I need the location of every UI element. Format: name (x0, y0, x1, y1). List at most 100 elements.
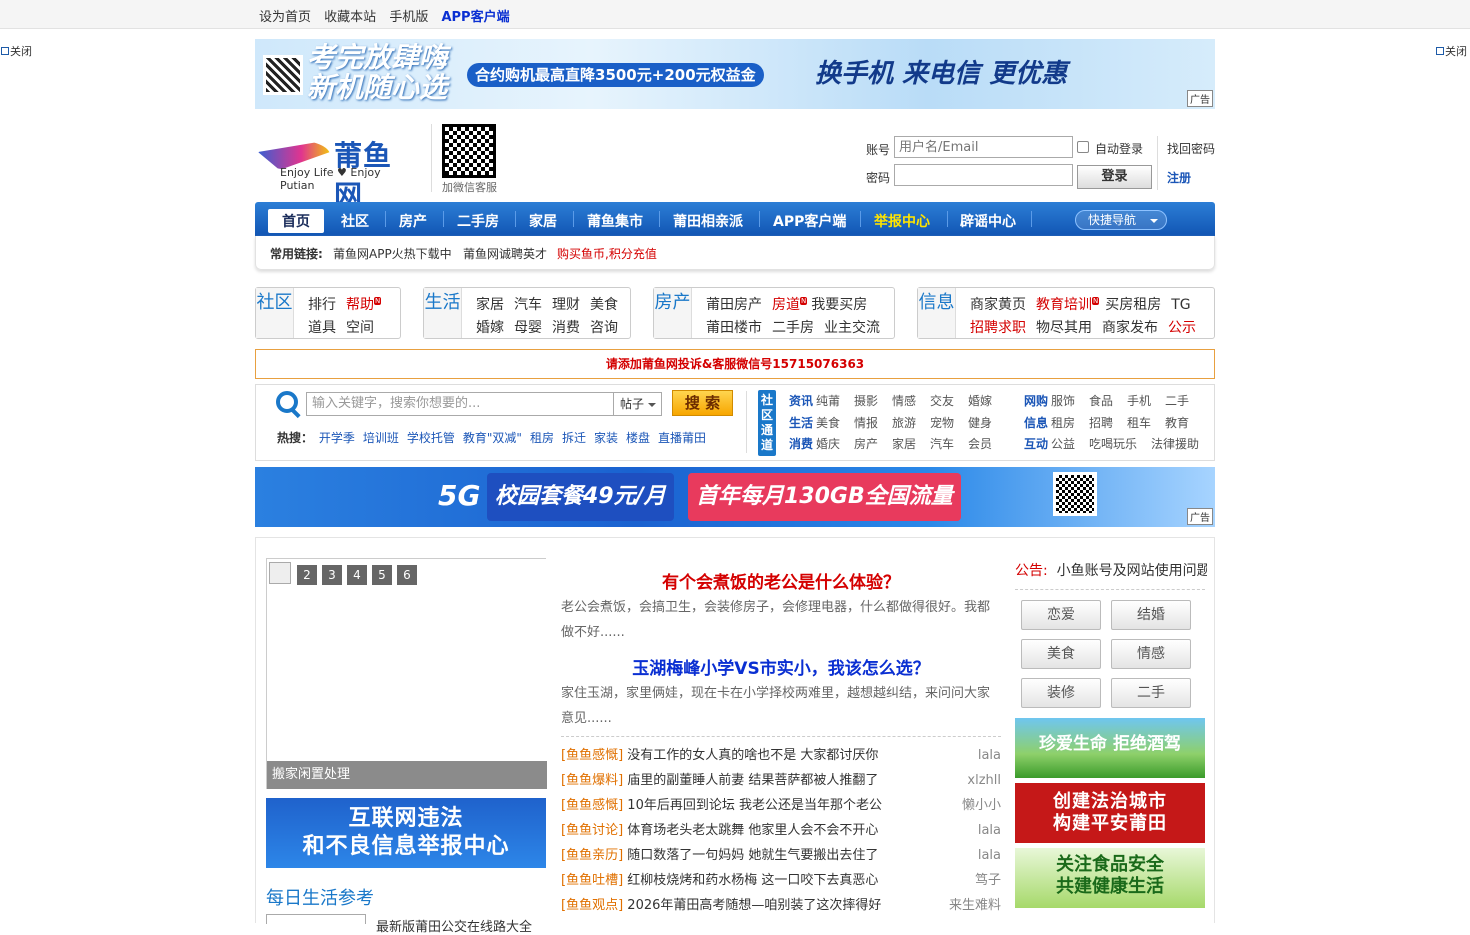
channel-link[interactable]: 美食 (816, 414, 854, 431)
channel-link[interactable]: 手机 (1127, 392, 1165, 409)
channel-link[interactable]: 情感 (892, 392, 930, 409)
channel-link[interactable]: 租房 (1051, 414, 1089, 431)
channel-link[interactable]: 招聘 (1089, 414, 1127, 431)
hot-search-link[interactable]: 楼盘 (626, 431, 650, 445)
set-homepage-link[interactable]: 设为首页 (259, 10, 311, 25)
post-author[interactable]: lala (978, 843, 1001, 868)
category-link[interactable]: 房道 (772, 297, 800, 313)
post-title[interactable]: 2026年莆田高考随想—咱别装了这次摔得好 (627, 898, 881, 913)
category-link[interactable]: 公示 (1168, 320, 1196, 336)
post-author[interactable]: xlzhll (967, 768, 1001, 793)
tag-button[interactable]: 装修 (1021, 678, 1101, 708)
channel-head[interactable]: 资讯 (789, 394, 813, 408)
post-author[interactable]: lala (978, 743, 1001, 768)
hot-search-link[interactable]: 教育"双减" (463, 431, 522, 445)
post-title[interactable]: 随口数落了一句妈妈 她就生气要搬出去住了 (627, 848, 878, 863)
post-item[interactable]: [鱼鱼讨论] 体育场老头老太跳舞 他家里人会不会不开心 lala (561, 818, 1001, 843)
channel-link[interactable]: 汽车 (930, 435, 968, 452)
category-link[interactable]: 道具 (308, 320, 336, 336)
channel-link[interactable]: 情报 (854, 414, 892, 431)
category-link[interactable]: 教育培训 (1036, 297, 1092, 313)
common-link[interactable]: 莆鱼网诚聘英才 (463, 245, 547, 262)
post-item[interactable]: [鱼鱼感慨] 没有工作的女人真的啥也不是 大家都讨厌你 lala (561, 743, 1001, 768)
search-button[interactable]: 搜 索 (672, 390, 733, 416)
channel-link[interactable]: 租车 (1127, 414, 1165, 431)
post-title[interactable]: 体育场老头老太跳舞 他家里人会不会不开心 (627, 823, 878, 838)
announcement-text[interactable]: 小鱼账号及网站使用问题 (1057, 563, 1207, 579)
post-category[interactable]: [鱼鱼感慨] (561, 798, 623, 813)
channel-link[interactable]: 公益 (1051, 435, 1089, 452)
slide-number[interactable]: 3 (322, 565, 342, 585)
post-author[interactable]: 懒小小 (962, 793, 1001, 818)
common-link[interactable]: 莆鱼网APP火热下载中 (333, 245, 452, 262)
hot-search-link[interactable]: 家装 (594, 431, 618, 445)
slide-number[interactable]: 6 (397, 565, 417, 585)
post-category[interactable]: [鱼鱼吐槽] (561, 873, 623, 888)
channel-head[interactable]: 信息 (1024, 416, 1048, 430)
post-category[interactable]: [鱼鱼讨论] (561, 823, 623, 838)
category-link[interactable]: 莆田楼市 (706, 320, 762, 336)
tag-button[interactable]: 结婚 (1111, 600, 1191, 630)
channel-link[interactable]: 法律援助 (1151, 435, 1211, 452)
category-link[interactable]: 买房租房 (1105, 297, 1161, 313)
nav-home[interactable]: 首页 (268, 209, 324, 233)
site-logo[interactable]: 莆鱼网 Enjoy Life ♥ Enjoy Putian (258, 126, 418, 212)
quick-nav-dropdown[interactable]: 快捷导航 (1075, 210, 1167, 230)
nav-rumor-center[interactable]: 辟谣中心 (960, 211, 1016, 231)
nav-market[interactable]: 莆鱼集市 (587, 211, 643, 231)
post-author[interactable]: 笃子 (975, 868, 1001, 893)
post-category[interactable]: [鱼鱼亲历] (561, 848, 623, 863)
password-input[interactable] (894, 164, 1073, 186)
promo-banner-no-drunk-driving[interactable]: 珍爱生命 拒绝酒驾 (1015, 718, 1205, 778)
category-link[interactable]: 空间 (346, 320, 374, 336)
category-link[interactable]: 咨询 (590, 320, 618, 336)
close-left-ad-button[interactable]: 关闭 (1, 43, 32, 59)
nav-secondhand-house[interactable]: 二手房 (457, 211, 499, 231)
promo-banner-rule-of-law[interactable]: 创建法治城市 构建平安莆田 (1015, 783, 1205, 843)
channel-link[interactable]: 纯莆 (816, 392, 854, 409)
post-item[interactable]: [鱼鱼感慨] 10年后再回到论坛 我老公还是当年那个老公 懒小小 (561, 793, 1001, 818)
tag-button[interactable]: 美食 (1021, 639, 1101, 669)
slide-caption[interactable]: 搬家闲置处理 (267, 761, 547, 789)
post-item[interactable]: [鱼鱼观点] 2026年莆田高考随想—咱别装了这次摔得好 来生难料 (561, 893, 1001, 918)
headline-title[interactable]: 玉湖梅峰小学VS市实小，我该怎么选？ (561, 654, 1001, 679)
slide-number[interactable]: 5 (372, 565, 392, 585)
category-link[interactable]: 商家黄页 (970, 297, 1026, 313)
common-link[interactable]: 购买鱼币,积分充值 (557, 245, 657, 262)
nav-realestate[interactable]: 房产 (399, 211, 427, 231)
nav-dating[interactable]: 莆田相亲派 (673, 211, 743, 231)
app-client-link[interactable]: APP客户端 (441, 10, 509, 25)
channel-link[interactable]: 宠物 (930, 414, 968, 431)
channel-link[interactable]: 服饰 (1051, 392, 1089, 409)
category-link[interactable]: 美食 (590, 297, 618, 313)
campus-ad-banner[interactable]: 5G 校园套餐49元/月 首年每月130GB全国流量 广告 (255, 467, 1215, 527)
slide-number[interactable]: 4 (347, 565, 367, 585)
category-link[interactable]: 帮助 (346, 297, 374, 313)
category-link[interactable]: 物尽其用 (1036, 320, 1092, 336)
channel-link[interactable]: 教育 (1165, 414, 1203, 431)
category-link[interactable]: 商家发布 (1102, 320, 1158, 336)
login-button[interactable]: 登录 (1077, 165, 1152, 189)
post-title[interactable]: 庙里的副董睡人前妻 结果菩萨都被人推翻了 (627, 773, 878, 788)
post-item[interactable]: [鱼鱼亲历] 随口数落了一句妈妈 她就生气要搬出去住了 lala (561, 843, 1001, 868)
post-author[interactable]: lala (978, 818, 1001, 843)
post-category[interactable]: [鱼鱼观点] (561, 898, 623, 913)
category-link[interactable]: 莆田房产 (706, 297, 762, 313)
channel-head[interactable]: 网购 (1024, 394, 1048, 408)
channel-link[interactable]: 旅游 (892, 414, 930, 431)
channel-link[interactable]: 婚嫁 (968, 392, 1006, 409)
nav-home-furnishing[interactable]: 家居 (529, 211, 557, 231)
post-author[interactable]: 来生难料 (949, 893, 1001, 918)
nav-community[interactable]: 社区 (341, 211, 369, 231)
channel-link[interactable]: 食品 (1089, 392, 1127, 409)
daily-link[interactable]: 最新版莆田公交在线路大全 (376, 916, 532, 935)
search-type-select[interactable]: 帖子 (614, 392, 662, 416)
channel-head[interactable]: 消费 (789, 437, 813, 451)
channel-link[interactable]: 婚庆 (816, 435, 854, 452)
mobile-link[interactable]: 手机版 (389, 10, 428, 25)
register-link[interactable]: 注册 (1167, 169, 1191, 186)
close-right-ad-button[interactable]: 关闭 (1436, 43, 1467, 59)
hot-search-link[interactable]: 拆迁 (562, 431, 586, 445)
category-link[interactable]: 家居 (476, 297, 504, 313)
tag-button[interactable]: 恋爱 (1021, 600, 1101, 630)
